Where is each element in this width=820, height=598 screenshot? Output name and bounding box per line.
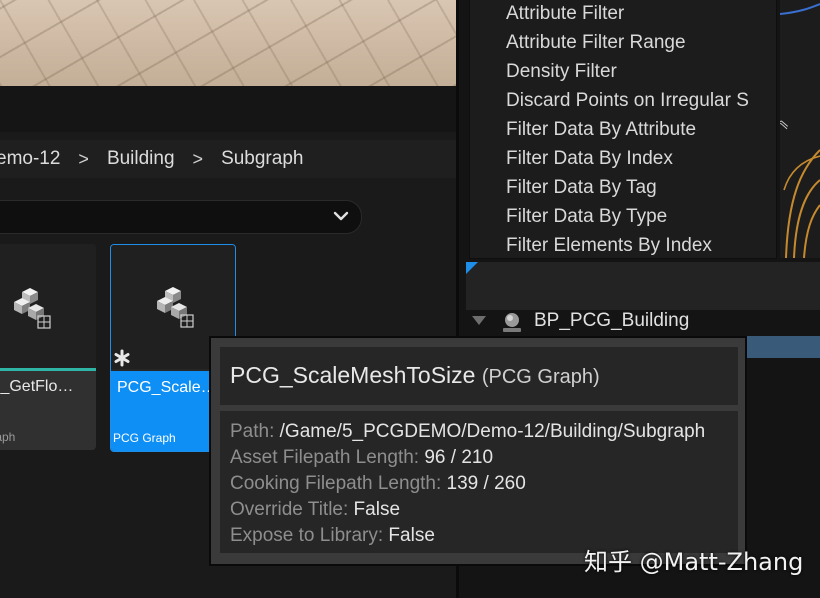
asset-type: Graph [0, 430, 16, 444]
outliner-row[interactable]: BP_PCG_Building [466, 310, 820, 334]
outliner-item-label: BP_PCG_Building [534, 310, 690, 331]
tooltip-row-override-title: Override Title: False [230, 499, 400, 521]
breadcrumb: emo-12 > Building > Subgraph [0, 140, 456, 178]
modified-asterisk-icon [114, 349, 130, 367]
panel-corner-marker [466, 262, 478, 274]
tooltip-asset-type: (PCG Graph) [481, 366, 600, 388]
menu-item-filter-data-by-type[interactable]: Filter Data By Type [506, 206, 667, 228]
tooltip-value: False [353, 499, 401, 520]
menu-item-filter-elements-by-index[interactable]: Filter Elements By Index [506, 235, 712, 257]
breadcrumb-separator: > [192, 148, 204, 169]
outliner-header [466, 262, 820, 310]
filter-dropdown[interactable] [0, 200, 362, 234]
pcg-graph-icon [157, 287, 194, 328]
chevron-down-icon [333, 211, 349, 221]
asset-name: PCG_Scale… [117, 379, 217, 396]
tooltip-header: PCG_ScaleMeshToSize (PCG Graph) [220, 347, 738, 405]
menu-item-attribute-filter[interactable]: Attribute Filter [506, 3, 624, 25]
pcg-graph-icon [14, 288, 51, 329]
tooltip-value: 96 / 210 [424, 447, 494, 468]
menu-item-attribute-filter-range[interactable]: Attribute Filter Range [506, 32, 686, 54]
menu-item-filter-data-by-tag[interactable]: Filter Data By Tag [506, 177, 657, 199]
breadcrumb-item-subgraph[interactable]: Subgraph [215, 148, 309, 170]
tooltip-asset-name: PCG_ScaleMeshToSize [230, 362, 476, 388]
menu-item-filter-data-by-index[interactable]: Filter Data By Index [506, 148, 673, 170]
tooltip-value: 139 / 260 [446, 473, 526, 494]
tooltip-key: Override Title: [230, 499, 349, 520]
tooltip-title: PCG_ScaleMeshToSize (PCG Graph) [230, 362, 600, 389]
node-menu: Attribute Filter Attribute Filter Range … [470, 0, 776, 258]
graph-wires: 》 [780, 3, 820, 258]
breadcrumb-separator: > [78, 148, 89, 169]
tooltip-key: Cooking Filepath Length: [230, 473, 442, 494]
viewport-footer [0, 86, 456, 132]
tooltip-key: Path: [230, 421, 275, 442]
menu-item-discard-points[interactable]: Discard Points on Irregular S [506, 90, 749, 112]
graph-node-glyph: 》 [780, 110, 794, 130]
outliner-selected-row[interactable] [740, 336, 820, 358]
tooltip-row-path: Path: /Game/5_PCGDEMO/Demo-12/Building/S… [230, 421, 705, 443]
tooltip-key: Expose to Library: [230, 525, 384, 546]
tooltip-row-expose-to-library: Expose to Library: False [230, 525, 435, 547]
asset-tooltip: PCG_ScaleMeshToSize (PCG Graph) Path: /G… [209, 336, 747, 566]
breadcrumb-item-building[interactable]: Building [101, 148, 181, 170]
asset-type: PCG Graph [113, 431, 176, 445]
asset-tile-getfloor[interactable]: G_GetFlo… Graph [0, 244, 96, 450]
menu-item-filter-data-by-attribute[interactable]: Filter Data By Attribute [506, 119, 696, 141]
menu-item-density-filter[interactable]: Density Filter [506, 61, 617, 83]
actor-icon [503, 313, 521, 332]
tooltip-value: /Game/5_PCGDEMO/Demo-12/Building/Subgrap… [279, 421, 706, 442]
tooltip-key: Asset Filepath Length: [230, 447, 420, 468]
tooltip-body: Path: /Game/5_PCGDEMO/Demo-12/Building/S… [220, 411, 738, 553]
tooltip-row-cooking-filepath-length: Cooking Filepath Length: 139 / 260 [230, 473, 526, 495]
expand-arrow-icon[interactable] [472, 316, 486, 326]
graph-canvas[interactable]: 》 [780, 0, 820, 258]
watermark: 知乎 @Matt-Zhang [584, 548, 804, 576]
viewport[interactable] [0, 0, 456, 86]
breadcrumb-item-demo[interactable]: emo-12 [0, 148, 66, 170]
tooltip-row-asset-filepath-length: Asset Filepath Length: 96 / 210 [230, 447, 493, 469]
tooltip-value: False [388, 525, 435, 546]
asset-name: G_GetFlo… [0, 378, 74, 395]
asset-thumbnail [0, 244, 96, 368]
